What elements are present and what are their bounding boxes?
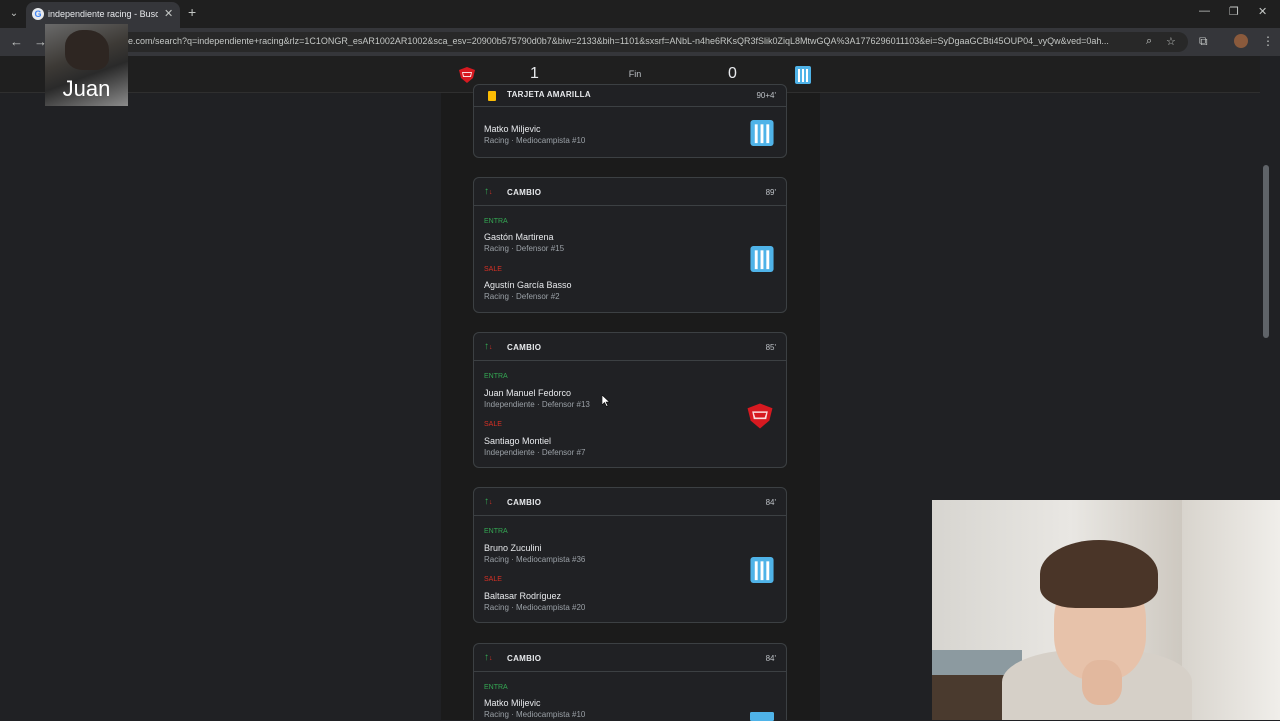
player-in-name[interactable]: Matko Miljevic [484, 698, 541, 708]
restore-button[interactable]: ❐ [1229, 5, 1239, 18]
extensions-icon[interactable]: ⧉ [1199, 34, 1208, 49]
event-minute: 84' [765, 654, 776, 663]
yellow-card-icon [488, 91, 496, 101]
mouse-cursor-icon [602, 395, 610, 407]
exit-label: SALE [484, 576, 502, 583]
webcam-person-hand [1082, 660, 1122, 705]
racing-crest-icon [750, 246, 774, 272]
enter-label: ENTRA [484, 373, 508, 380]
tab-strip: ⌄ G independiente racing - Buscar c ✕ + … [0, 0, 1280, 28]
exit-label: SALE [484, 421, 502, 428]
card-header: ↑↓ CAMBIO 84' [474, 644, 786, 672]
event-type: CAMBIO [507, 343, 542, 352]
card-header: TARJETA AMARILLA 90+4' [474, 85, 786, 107]
event-minute: 84' [765, 498, 776, 507]
substitution-icon: ↑↓ [484, 496, 493, 507]
event-type: CAMBIO [507, 654, 542, 663]
player-out-meta: Racing · Mediocampista #20 [484, 603, 586, 612]
racing-crest-icon [795, 66, 811, 84]
profile-avatar[interactable] [1234, 34, 1248, 48]
player-in-meta: Racing · Mediocampista #10 [484, 710, 586, 719]
player-name[interactable]: Matko Miljevic [484, 124, 541, 134]
zoom-icon[interactable]: ⌕ [1146, 35, 1152, 48]
substitution-icon: ↑↓ [484, 186, 493, 197]
independiente-crest-icon [747, 403, 773, 429]
scrollbar-thumb[interactable] [1263, 165, 1269, 338]
close-window-button[interactable]: ✕ [1258, 5, 1267, 18]
player-out-meta: Independiente · Defensor #7 [484, 448, 586, 457]
player-out-name[interactable]: Agustín García Basso [484, 280, 572, 290]
player-meta: Racing · Mediocampista #10 [484, 136, 586, 145]
event-card-yellow: TARJETA AMARILLA 90+4' Matko Miljevic Ra… [473, 84, 787, 158]
substitution-icon: ↑↓ [484, 652, 493, 663]
tab-search-button[interactable]: ⌄ [6, 6, 22, 22]
player-in-name[interactable]: Gastón Martirena [484, 232, 554, 242]
exit-label: SALE [484, 266, 502, 273]
tab-close-icon[interactable]: ✕ [164, 7, 173, 20]
address-bar[interactable]: e.com/search?q=independiente+racing&rlz=… [68, 32, 1188, 52]
away-score: 0 [728, 65, 737, 82]
menu-icon[interactable]: ⋮ [1262, 34, 1274, 48]
bookmark-star-icon[interactable]: ☆ [1166, 35, 1176, 48]
back-button[interactable]: ← [10, 34, 23, 49]
player-out-name[interactable]: Santiago Montiel [484, 436, 551, 446]
tab-title: independiente racing - Buscar c [48, 9, 158, 19]
minimize-button[interactable]: — [1199, 5, 1210, 17]
card-header: ↑↓ CAMBIO 89' [474, 178, 786, 206]
new-tab-button[interactable]: + [188, 4, 196, 20]
player-out-name[interactable]: Baltasar Rodríguez [484, 591, 561, 601]
event-minute: 85' [765, 343, 776, 352]
horse-image [65, 30, 109, 70]
enter-label: ENTRA [484, 528, 508, 535]
racing-crest-icon [750, 120, 774, 146]
streamer-name: Juan [62, 76, 111, 101]
player-in-meta: Racing · Defensor #15 [484, 244, 565, 253]
racing-crest-icon [750, 557, 774, 583]
event-card-substitution: ↑↓ CAMBIO 84' ENTRA Matko Miljevic Racin… [473, 643, 787, 721]
player-in-name[interactable]: Juan Manuel Fedorco [484, 388, 571, 398]
event-type: TARJETA AMARILLA [507, 90, 591, 99]
enter-label: ENTRA [484, 684, 508, 691]
webcam-background [1182, 500, 1280, 720]
google-icon: G [32, 8, 44, 20]
webcam-feed [932, 500, 1280, 720]
card-header: ↑↓ CAMBIO 84' [474, 488, 786, 516]
webcam-person-hair [1040, 540, 1158, 608]
event-card-substitution: ↑↓ CAMBIO 84' ENTRA Bruno Zuculini Racin… [473, 487, 787, 623]
player-in-name[interactable]: Bruno Zuculini [484, 543, 542, 553]
event-minute: 89' [765, 188, 776, 197]
url-text: e.com/search?q=independiente+racing&rlz=… [128, 36, 1109, 46]
player-in-meta: Independiente · Defensor #13 [484, 400, 590, 409]
card-header: ↑↓ CAMBIO 85' [474, 333, 786, 361]
event-card-substitution: ↑↓ CAMBIO 85' ENTRA Juan Manuel Fedorco … [473, 332, 787, 468]
event-minute: 90+4' [756, 91, 776, 100]
home-score: 1 [530, 65, 539, 82]
substitution-icon: ↑↓ [484, 341, 493, 352]
independiente-crest-icon [459, 67, 475, 83]
enter-label: ENTRA [484, 218, 508, 225]
event-type: CAMBIO [507, 498, 542, 507]
match-status: Fin [628, 69, 642, 79]
browser-toolbar: ← → e.com/search?q=independiente+racing&… [0, 28, 1280, 56]
player-out-meta: Racing · Defensor #2 [484, 292, 560, 301]
streamer-avatar: Juan [45, 24, 128, 106]
player-in-meta: Racing · Mediocampista #36 [484, 555, 586, 564]
event-card-substitution: ↑↓ CAMBIO 89' ENTRA Gastón Martirena Rac… [473, 177, 787, 313]
event-type: CAMBIO [507, 188, 542, 197]
